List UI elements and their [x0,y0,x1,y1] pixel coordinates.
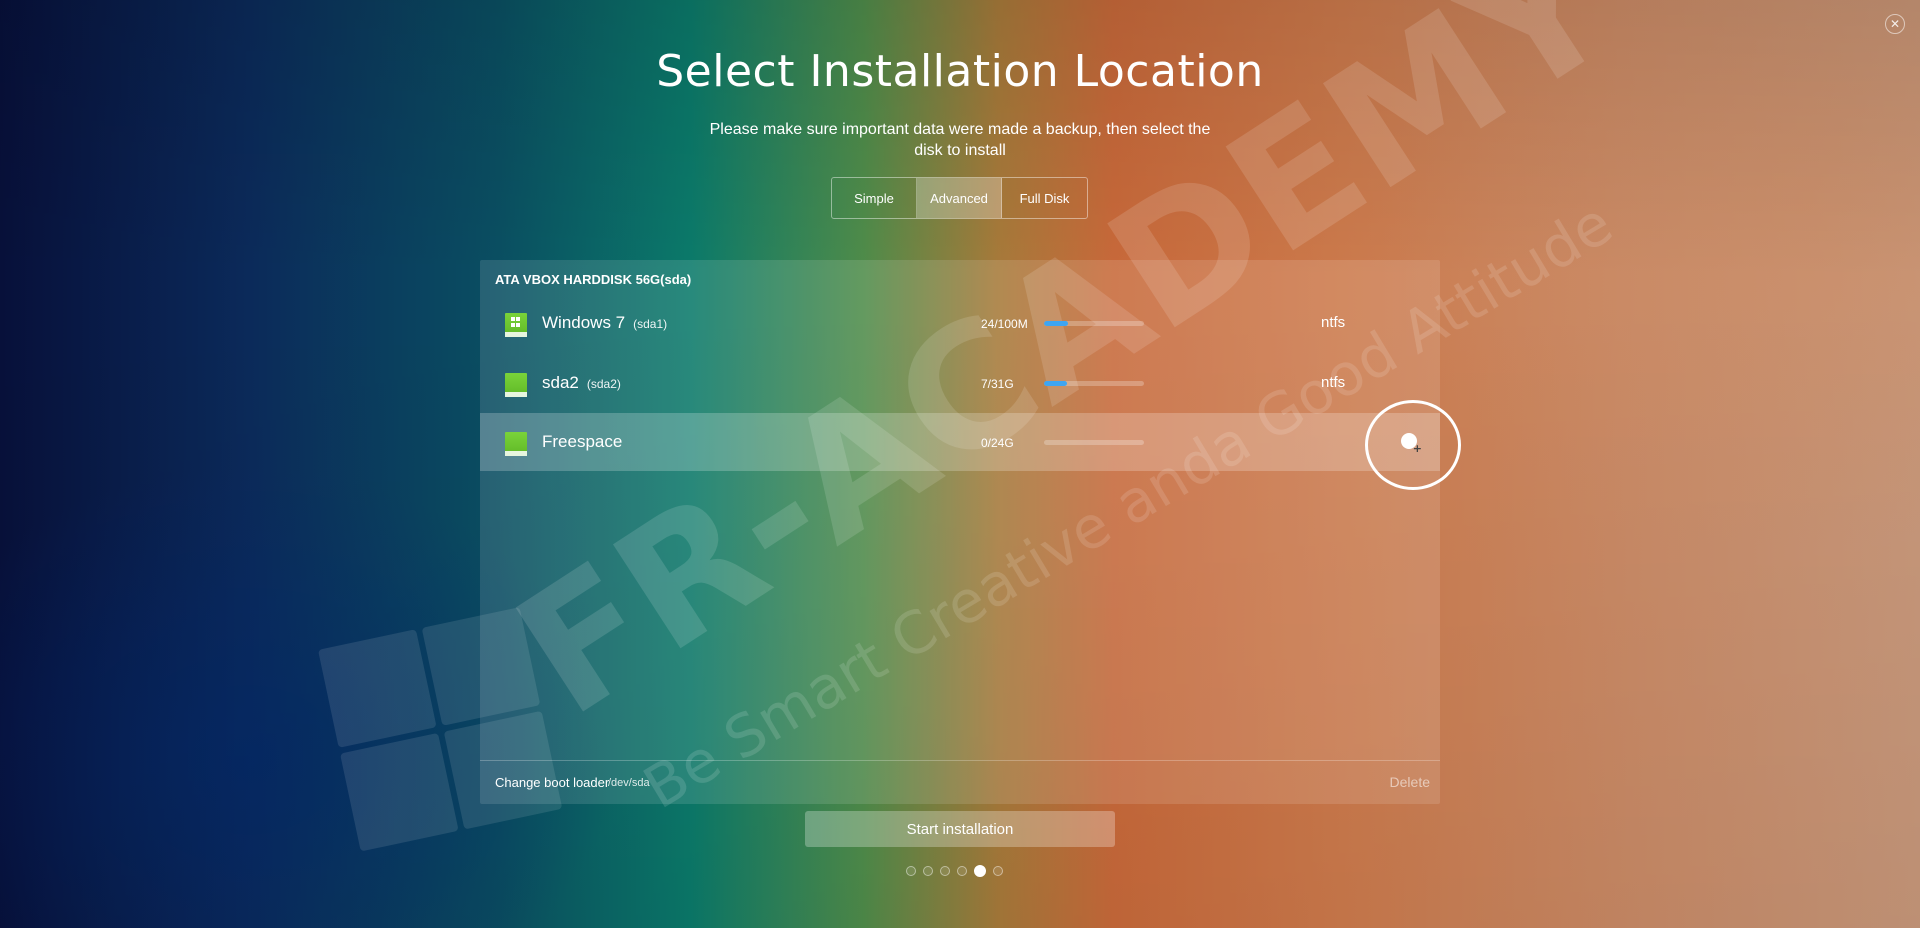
partition-name: Windows 7 [542,313,626,332]
boot-loader-device: /dev/sda [608,777,650,789]
partition-name: Freespace [542,432,623,451]
step-dot-current [974,865,986,877]
partition-row-freespace[interactable]: Freespace 0/24G [480,413,1440,471]
partition-usage: 24/100M [981,317,1028,331]
step-indicator [906,865,1003,877]
highlight-circle [1365,400,1461,490]
partition-filesystem: ntfs [1321,374,1346,391]
partition-panel: ATA VBOX HARDDISK 56G(sda) Windows 7 (sda… [480,260,1440,804]
page-subtitle: Please make sure important data were mad… [709,121,1211,159]
close-icon: ✕ [1889,17,1901,31]
usage-bar-fill [1044,321,1068,326]
usage-bar [1044,381,1144,386]
partition-row-sda2[interactable]: sda2 (sda2) 7/31G ntfs [480,354,1440,412]
disk-name: ATA VBOX HARDDISK 56G(sda) [495,272,692,287]
partition-usage: 7/31G [981,377,1014,391]
usage-bar [1044,321,1144,326]
page-title: Select Installation Location [656,46,1264,97]
partition-device: (sda2) [586,377,621,391]
step-dot [957,866,967,876]
partition-name: sda2 [542,373,579,392]
partition-row-sda1[interactable]: Windows 7 (sda1) 24/100M ntfs [480,294,1440,352]
usage-bar [1044,440,1144,445]
usage-bar-fill [1044,381,1067,386]
close-button[interactable]: ✕ [1885,14,1905,34]
disk-icon [505,432,527,456]
start-installation-button[interactable]: Start installation [805,811,1115,847]
windows-disk-icon [505,313,527,337]
disk-icon [505,373,527,397]
change-boot-loader-link[interactable]: Change boot loader [495,775,609,790]
partition-device: (sda1) [633,317,668,331]
step-dot [923,866,933,876]
install-mode-tabs: Simple Advanced Full Disk [831,177,1088,219]
tab-simple[interactable]: Simple [832,178,917,218]
tab-advanced[interactable]: Advanced [917,178,1002,218]
partition-filesystem: ntfs [1321,314,1346,331]
step-dot [906,866,916,876]
partition-usage: 0/24G [981,436,1014,450]
delete-button[interactable]: Delete [1360,774,1440,790]
tab-full-disk[interactable]: Full Disk [1002,178,1087,218]
step-dot [940,866,950,876]
step-dot [993,866,1003,876]
panel-footer: Change boot loader /dev/sda Delete [480,760,1440,805]
